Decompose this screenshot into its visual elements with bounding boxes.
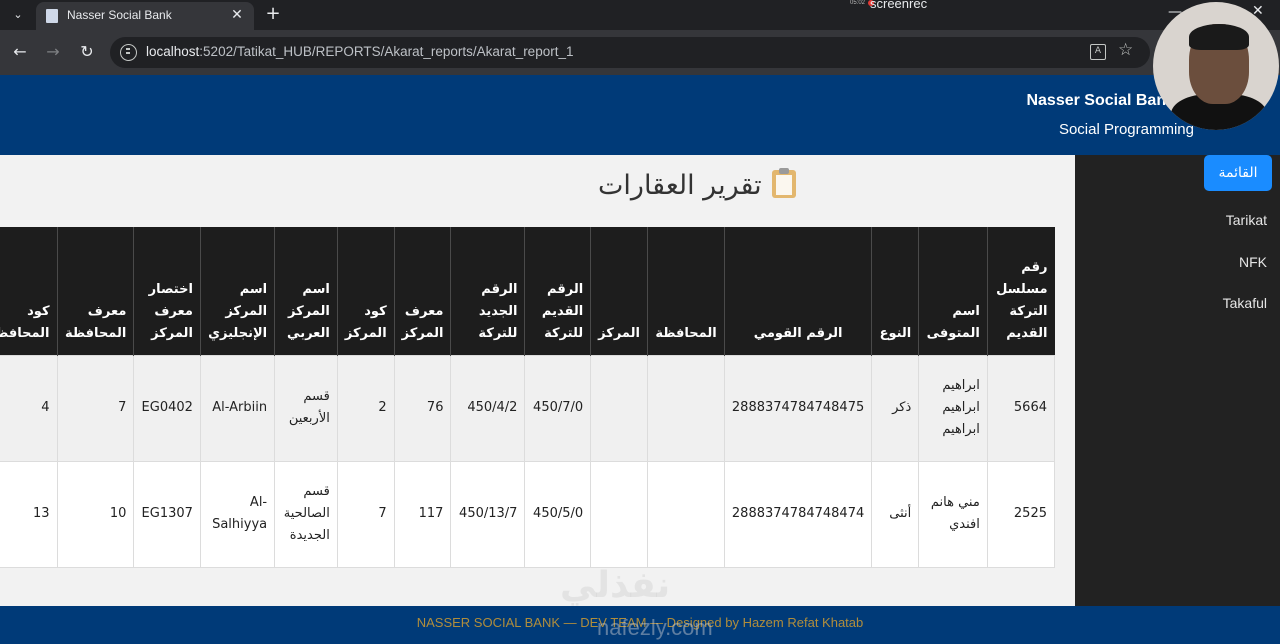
clipboard-icon — [771, 168, 796, 198]
browser-tab-bar: ⌄ Nasser Social Bank ✕ + 05:02 screenrec… — [0, 0, 1280, 30]
table-cell: مني هانم افندي — [918, 460, 988, 568]
column-header[interactable]: اختصار معرف المركز — [133, 227, 201, 355]
table-cell: EG1307 — [133, 460, 201, 568]
table-cell: 13 — [0, 460, 58, 568]
column-header[interactable]: المركز — [590, 227, 648, 355]
column-header[interactable]: المحافظة — [646, 227, 725, 355]
table-cell: 76 — [393, 354, 452, 462]
column-header[interactable]: كود المحافظة — [0, 227, 58, 355]
table-row[interactable]: 5664 ابراهيم ابراهيم ابراهيم ذكر 2888374… — [0, 354, 1056, 462]
site-info-icon[interactable] — [120, 44, 137, 61]
table-cell: 4 — [0, 354, 58, 462]
report-table: رقم مسلسل التركة القديم اسم المتوفى النو… — [0, 227, 1056, 568]
new-tab-button[interactable]: + — [262, 3, 284, 25]
table-row[interactable]: 2525 مني هانم افندي أنثى 288837478474847… — [0, 460, 1056, 568]
table-header-row: رقم مسلسل التركة القديم اسم المتوفى النو… — [0, 227, 1055, 355]
table-cell: أنثى — [871, 460, 920, 568]
column-header[interactable]: اسم المتوفى — [918, 227, 988, 355]
close-tab-icon[interactable]: ✕ — [228, 6, 246, 24]
main-content: تقرير العقارات رقم مسلسل التركة القديم ا… — [0, 155, 1075, 606]
sidebar-item-takaful[interactable]: Takaful — [1223, 295, 1267, 311]
browser-tab[interactable]: Nasser Social Bank ✕ — [36, 2, 254, 30]
table-cell: 450/7/0 — [524, 354, 592, 462]
recorder-label: screenrec — [870, 0, 928, 11]
table-cell: 2888374784748474 — [723, 460, 873, 568]
column-header[interactable]: رقم مسلسل التركة القديم — [986, 227, 1055, 355]
table-cell: 450/13/7 — [450, 460, 526, 568]
sidebar-item-menu[interactable]: القائمة — [1204, 155, 1272, 191]
column-header[interactable]: كود المركز — [336, 227, 395, 355]
watermark-url: nafezly.com — [597, 615, 713, 640]
table-cell: 450/5/0 — [524, 460, 592, 568]
back-arrow-icon[interactable]: ← — [8, 40, 32, 64]
column-header[interactable]: الرقم الجديد للتركة — [450, 227, 525, 355]
tab-title: Nasser Social Bank — [67, 8, 172, 22]
table-cell — [590, 460, 648, 568]
table-cell: 5664 — [986, 354, 1056, 462]
table-cell: 117 — [393, 460, 452, 568]
table-cell: 2525 — [986, 460, 1056, 568]
browser-address-bar: ← → ↻ localhost:5202/Tatikat_HUB/REPORTS… — [0, 30, 1280, 75]
table-cell: 2 — [336, 354, 395, 462]
table-cell: ابراهيم ابراهيم ابراهيم — [918, 354, 988, 462]
sidebar-item-tarikat[interactable]: Tarikat — [1226, 212, 1267, 228]
sidebar-item-nfk[interactable]: NFK — [1239, 254, 1267, 270]
table-cell: ذكر — [871, 354, 920, 462]
bookmark-star-icon[interactable]: ☆ — [1118, 40, 1133, 60]
table-cell: EG0402 — [133, 354, 201, 462]
column-header[interactable]: اسم المركز الإنجليزي — [199, 227, 275, 355]
table-cell: 10 — [56, 460, 135, 568]
app-header: Nasser Social Bank Social Programming — [0, 75, 1280, 155]
table-cell: قسم الأربعين — [274, 354, 338, 462]
page-title: تقرير العقارات — [598, 168, 796, 201]
column-header[interactable]: معرف المركز — [393, 227, 451, 355]
page-favicon-icon — [46, 9, 58, 23]
reload-icon[interactable]: ↻ — [75, 40, 99, 64]
table-cell: قسم الصالحية الجديدة — [274, 460, 338, 568]
sidebar: القائمة Tarikat NFK Takaful — [1075, 155, 1280, 606]
watermark-logo: نفذلي — [560, 565, 671, 606]
column-header[interactable]: الرقم القومي — [723, 227, 872, 355]
url-bar[interactable]: localhost:5202/Tatikat_HUB/REPORTS/Akara… — [110, 37, 1150, 68]
table-cell — [646, 354, 725, 462]
webcam-overlay — [1153, 2, 1279, 130]
table-cell: 450/4/2 — [450, 354, 526, 462]
table-cell: 7 — [336, 460, 395, 568]
brand-title: Nasser Social Bank — [1026, 92, 1175, 109]
recorder-time: 05:02 — [850, 0, 866, 6]
translate-icon[interactable]: A — [1090, 44, 1106, 60]
tab-search-chevron-icon[interactable]: ⌄ — [6, 4, 30, 26]
table-cell: Al-Arbiin — [199, 354, 276, 462]
table-cell: Al-Salhiyya — [199, 460, 276, 568]
column-header[interactable]: النوع — [871, 227, 919, 355]
forward-arrow-icon[interactable]: → — [41, 40, 65, 64]
column-header[interactable]: اسم المركز العربي — [274, 227, 338, 355]
table-cell — [646, 460, 725, 568]
column-header[interactable]: الرقم القديم للتركة — [524, 227, 591, 355]
table-cell: 7 — [56, 354, 135, 462]
table-cell — [590, 354, 648, 462]
column-header[interactable]: معرف المحافظة — [56, 227, 134, 355]
table-cell: 2888374784748475 — [723, 354, 873, 462]
url-text[interactable]: localhost:5202/Tatikat_HUB/REPORTS/Akara… — [146, 44, 573, 59]
